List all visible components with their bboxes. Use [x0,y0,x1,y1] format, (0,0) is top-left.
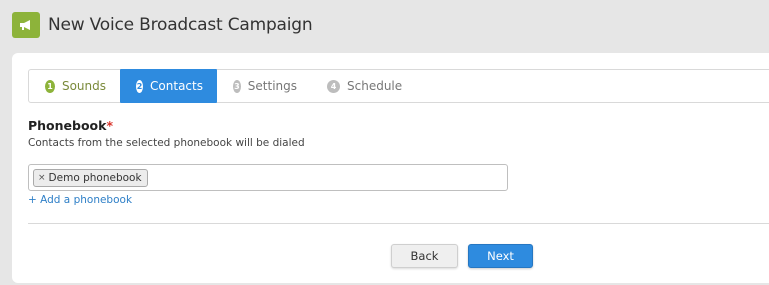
tab-label: Sounds [61,79,106,93]
step-number-badge: 2 [136,79,144,93]
tab-settings[interactable]: 3 Settings [217,70,311,102]
phonebook-select[interactable]: × Demo phonebook [28,164,508,191]
tag-label: Demo phonebook [48,172,142,184]
next-button[interactable]: Next [468,244,533,268]
page-title: New Voice Broadcast Campaign [48,15,313,35]
step-number-badge: 1 [45,79,55,93]
tab-schedule[interactable]: 4 Schedule [311,70,416,102]
page-header: New Voice Broadcast Campaign [12,12,313,38]
wizard-card: 1 Sounds 2 Contacts 3 Settings 4 Schedul… [12,53,769,283]
selected-phonebook-tag: × Demo phonebook [33,169,148,187]
phonebook-label: Phonebook* [28,118,113,133]
step-number-badge: 3 [233,79,241,93]
tab-label: Settings [247,79,297,93]
step-number-badge: 4 [327,79,340,93]
add-phonebook-link[interactable]: + Add a phonebook [28,194,132,206]
remove-tag-icon[interactable]: × [38,173,46,183]
phonebook-help-text: Contacts from the selected phonebook wil… [28,137,305,149]
megaphone-icon [12,12,40,38]
phonebook-label-text: Phonebook [28,118,107,133]
tab-label: Schedule [347,79,403,93]
wizard-steps: 1 Sounds 2 Contacts 3 Settings 4 Schedul… [28,69,769,103]
tab-sounds[interactable]: 1 Sounds [29,70,120,102]
back-button[interactable]: Back [391,244,458,268]
required-marker: * [106,118,114,133]
divider [28,223,769,224]
tab-contacts[interactable]: 2 Contacts [120,69,217,103]
tab-label: Contacts [150,79,203,93]
